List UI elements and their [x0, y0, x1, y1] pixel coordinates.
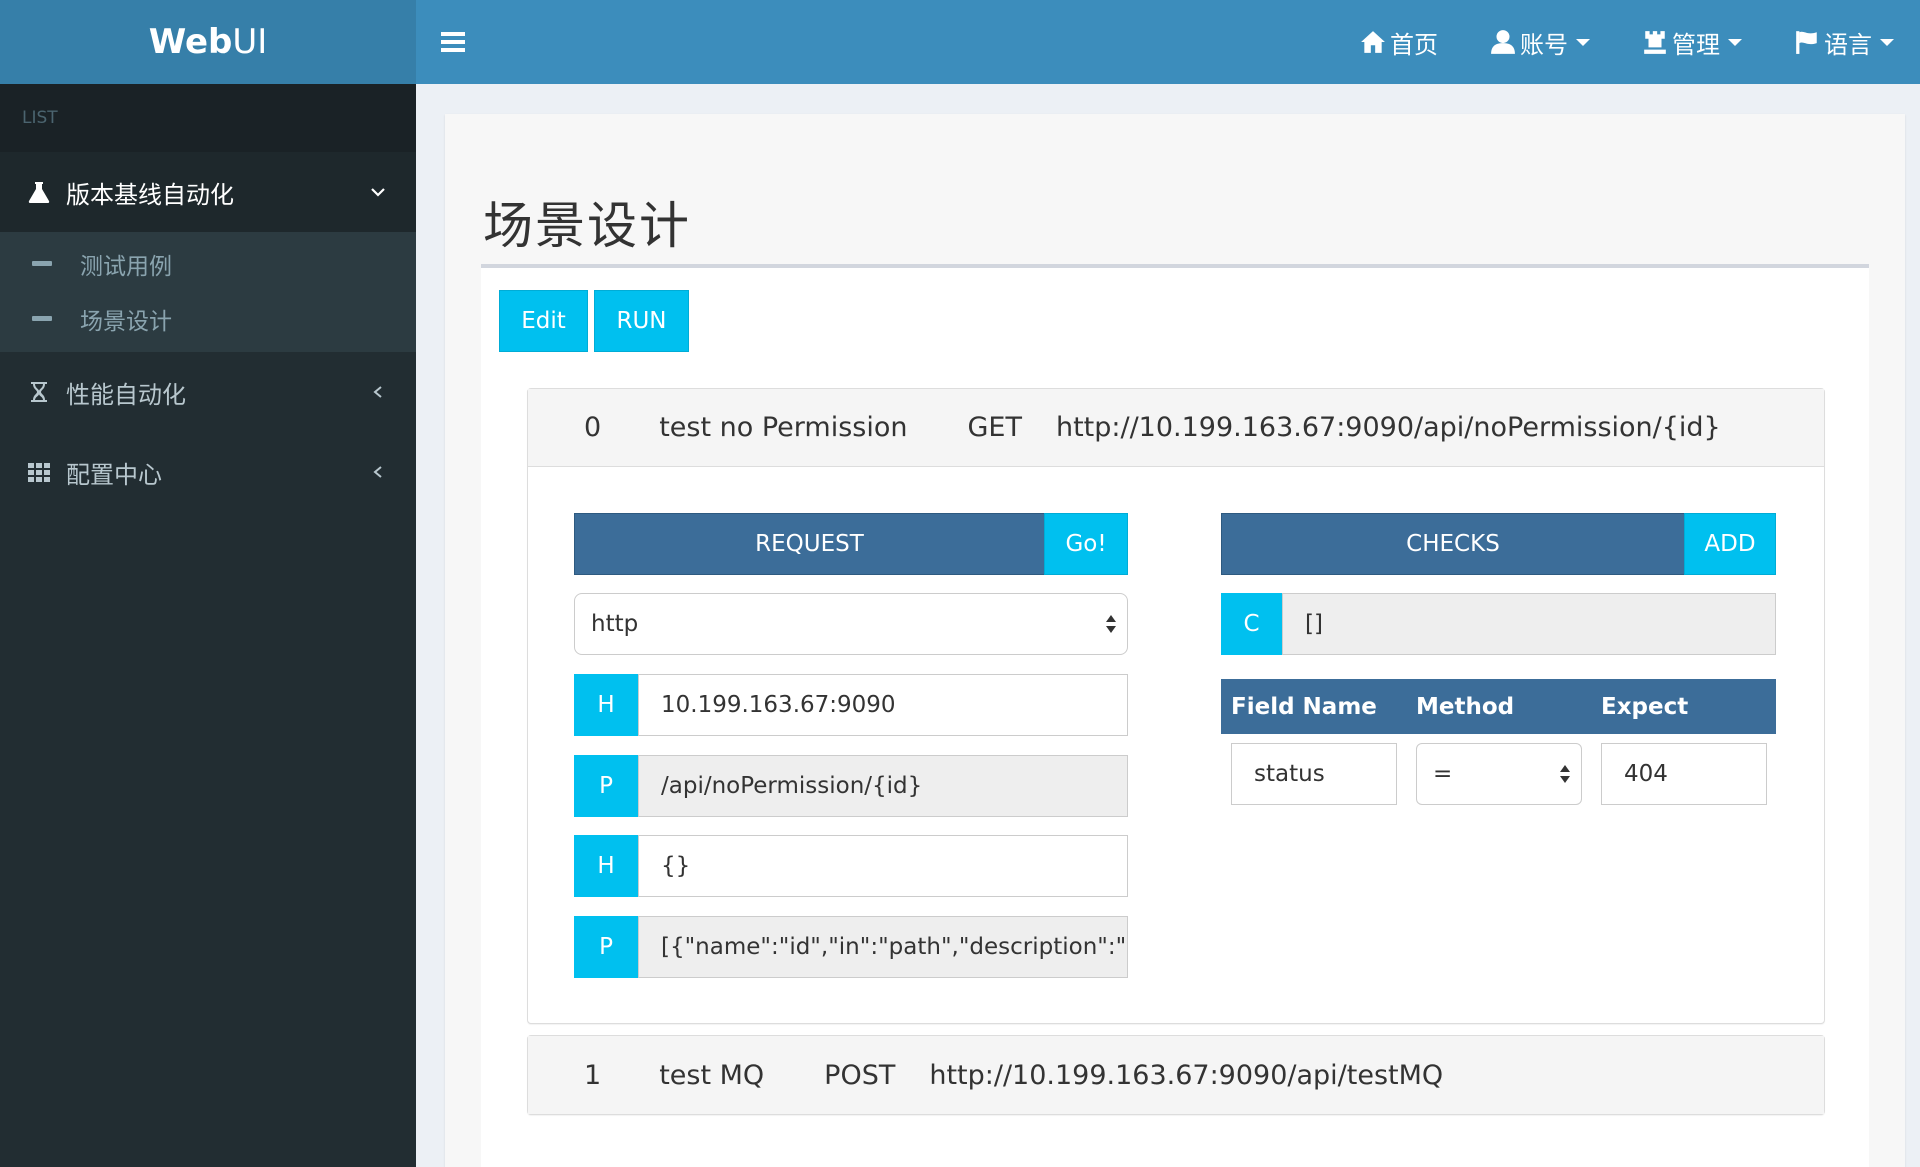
case-header[interactable]: 1 test MQ POST http://10.199.163.67:9090… — [528, 1036, 1824, 1114]
logo[interactable]: Web UI — [0, 0, 416, 84]
check-expect-input[interactable]: 404 — [1601, 743, 1767, 805]
case-method: POST — [824, 1059, 896, 1091]
case-url: http://10.199.163.67:9090/api/testMQ — [929, 1059, 1444, 1091]
hourglass-icon — [26, 379, 52, 405]
protocol-select[interactable]: http — [574, 593, 1128, 655]
sidebar-toggle-button[interactable] — [416, 0, 490, 84]
case-card: 1 test MQ POST http://10.199.163.67:9090… — [527, 1035, 1825, 1115]
case-method: GET — [967, 412, 1022, 443]
run-button[interactable]: RUN — [594, 290, 689, 352]
nav-language[interactable]: 语言 — [1768, 0, 1920, 84]
check-method-select[interactable]: = — [1416, 743, 1582, 805]
select-arrows-icon — [1560, 765, 1570, 783]
column-field-name: Field Name — [1231, 693, 1377, 720]
select-arrows-icon — [1106, 615, 1116, 633]
sidebar-group-label: 版本基线自动化 — [66, 180, 234, 209]
chevron-left-icon — [373, 466, 382, 478]
add-check-button[interactable]: ADD — [1684, 513, 1776, 575]
sidebar-group-label: 性能自动化 — [66, 380, 186, 409]
user-icon — [1491, 30, 1515, 54]
checks-value: [] — [1305, 611, 1323, 637]
sidebar-group-config[interactable]: 配置中心 — [0, 432, 416, 512]
grid-icon — [26, 459, 52, 485]
params-input[interactable]: [{"name":"id","in":"path","description":… — [638, 916, 1128, 978]
case-header[interactable]: 0 test no Permission GET http://10.199.1… — [528, 389, 1824, 467]
check-expect-value: 404 — [1624, 761, 1668, 787]
case-url: http://10.199.163.67:9090/api/noPermissi… — [1055, 412, 1721, 443]
caret-down-icon — [1728, 38, 1742, 46]
sidebar-header: LIST — [0, 84, 416, 152]
minus-icon — [32, 316, 52, 321]
checks-bar: CHECKS — [1221, 513, 1685, 575]
page-title: 场景设计 — [483, 197, 691, 255]
home-icon — [1361, 31, 1385, 53]
check-method-value: = — [1433, 761, 1453, 787]
chevron-left-icon — [373, 386, 382, 398]
flask-icon — [26, 179, 52, 205]
request-bar: REQUEST — [574, 513, 1045, 575]
sidebar-group-label: 配置中心 — [66, 460, 162, 489]
column-expect: Expect — [1601, 693, 1689, 720]
params-addon: P — [574, 916, 638, 978]
checks-table-header: Field Name Method Expect — [1221, 679, 1776, 734]
nav-manage[interactable]: 管理 — [1616, 0, 1768, 84]
check-field-input[interactable]: status — [1231, 743, 1397, 805]
sidebar-submenu: 测试用例 场景设计 — [0, 232, 416, 352]
top-navbar: 首页 账号 管理 语言 — [416, 0, 1920, 84]
sidebar: LIST 版本基线自动化 测试用例 场景设计 性能自动化 配置中心 — [0, 84, 416, 1167]
headers-addon: H — [574, 835, 638, 897]
sidebar-group-baseline[interactable]: 版本基线自动化 — [0, 152, 416, 232]
edit-button[interactable]: Edit — [499, 290, 588, 352]
checks-addon: C — [1221, 593, 1282, 655]
check-field-value: status — [1254, 761, 1325, 787]
content-wrapper: 场景设计 Edit RUN 0 test no Permission GET h… — [416, 84, 1920, 1167]
sidebar-item-scene-design[interactable]: 场景设计 — [0, 291, 416, 346]
nav-manage-label: 管理 — [1672, 30, 1720, 59]
main-box: 场景设计 Edit RUN 0 test no Permission GET h… — [445, 114, 1905, 1167]
caret-down-icon — [1576, 38, 1590, 46]
path-input[interactable]: /api/noPermission/{id} — [638, 755, 1128, 817]
sidebar-item-label: 测试用例 — [80, 253, 172, 280]
minus-icon — [32, 261, 52, 266]
host-value: 10.199.163.67:9090 — [661, 692, 896, 718]
nav-account[interactable]: 账号 — [1464, 0, 1616, 84]
protocol-value: http — [591, 611, 639, 637]
headers-input[interactable]: {} — [638, 835, 1128, 897]
flag-icon — [1796, 31, 1817, 54]
headers-value: {} — [661, 853, 691, 879]
hamburger-icon — [441, 32, 465, 52]
sidebar-group-performance[interactable]: 性能自动化 — [0, 352, 416, 432]
params-value: [{"name":"id","in":"path","description":… — [661, 934, 1128, 960]
scene-panel: Edit RUN 0 test no Permission GET http:/… — [481, 264, 1869, 1167]
tower-icon — [1644, 31, 1666, 54]
host-addon: H — [574, 674, 638, 736]
nav-account-label: 账号 — [1520, 30, 1568, 59]
path-addon: P — [574, 755, 638, 817]
caret-down-icon — [1880, 38, 1894, 46]
sidebar-item-test-cases[interactable]: 测试用例 — [0, 236, 416, 291]
case-name: test no Permission — [659, 412, 908, 443]
nav-home[interactable]: 首页 — [1334, 0, 1464, 84]
nav-home-label: 首页 — [1390, 30, 1438, 59]
chevron-down-icon — [371, 188, 385, 197]
path-value: /api/noPermission/{id} — [661, 773, 923, 799]
go-button[interactable]: Go! — [1044, 513, 1128, 575]
case-name: test MQ — [659, 1059, 765, 1091]
host-input[interactable]: 10.199.163.67:9090 — [638, 674, 1128, 736]
nav-language-label: 语言 — [1824, 30, 1872, 59]
case-index: 0 — [584, 412, 602, 443]
checks-input[interactable]: [] — [1282, 593, 1776, 655]
sidebar-item-label: 场景设计 — [80, 308, 172, 335]
case-card: 0 test no Permission GET http://10.199.1… — [527, 388, 1825, 1024]
navbar-menu: 首页 账号 管理 语言 — [1334, 0, 1920, 84]
column-method: Method — [1416, 693, 1515, 720]
logo-light: UI — [232, 22, 268, 62]
case-index: 1 — [584, 1059, 602, 1091]
logo-bold: Web — [148, 22, 233, 62]
